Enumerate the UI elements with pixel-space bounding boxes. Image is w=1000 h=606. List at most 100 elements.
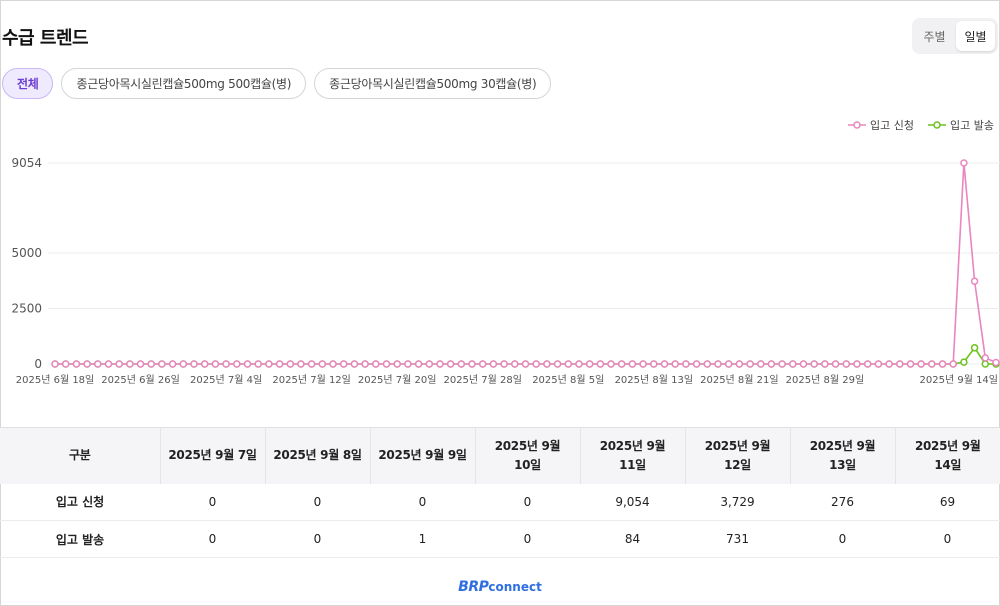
- data-point[interactable]: [885, 360, 893, 368]
- data-point[interactable]: [446, 360, 455, 368]
- data-point[interactable]: [714, 360, 722, 368]
- data-point[interactable]: [307, 360, 316, 368]
- data-point[interactable]: [938, 360, 947, 368]
- data-point[interactable]: [949, 360, 957, 368]
- data-point[interactable]: [329, 360, 337, 368]
- data-point[interactable]: [789, 360, 797, 368]
- data-point[interactable]: [104, 360, 113, 368]
- data-point[interactable]: [799, 360, 808, 368]
- data-point[interactable]: [585, 360, 594, 368]
- data-point[interactable]: [960, 358, 968, 366]
- data-point[interactable]: [179, 360, 188, 368]
- data-point[interactable]: [350, 360, 359, 368]
- data-point[interactable]: [810, 360, 818, 368]
- data-point[interactable]: [906, 360, 915, 368]
- data-point[interactable]: [94, 360, 102, 368]
- data-point[interactable]: [970, 344, 979, 352]
- data-point[interactable]: [361, 360, 369, 368]
- data-point[interactable]: [61, 360, 70, 368]
- data-point[interactable]: [404, 360, 412, 368]
- data-point[interactable]: [628, 360, 637, 368]
- data-point[interactable]: [286, 360, 295, 368]
- data-point[interactable]: [521, 360, 530, 368]
- data-point[interactable]: [72, 360, 81, 368]
- data-point[interactable]: [617, 360, 626, 368]
- data-point[interactable]: [821, 360, 829, 368]
- data-point[interactable]: [275, 360, 284, 368]
- data-point[interactable]: [83, 360, 91, 368]
- daily-toggle-button[interactable]: 일별: [956, 21, 995, 51]
- data-point[interactable]: [511, 360, 519, 368]
- data-point[interactable]: [478, 360, 487, 368]
- data-point[interactable]: [297, 360, 305, 368]
- data-point[interactable]: [190, 360, 198, 368]
- data-point[interactable]: [682, 360, 690, 368]
- data-point[interactable]: [928, 360, 936, 368]
- data-point[interactable]: [318, 360, 327, 368]
- data-point[interactable]: [970, 277, 979, 285]
- data-point[interactable]: [896, 360, 904, 368]
- data-point[interactable]: [960, 159, 968, 167]
- data-point[interactable]: [874, 360, 883, 368]
- data-point[interactable]: [596, 360, 605, 368]
- data-point[interactable]: [532, 360, 540, 368]
- data-point[interactable]: [436, 360, 444, 368]
- filter-chip-product-30[interactable]: 종근당아목시실린캡슐500mg 30캡슐(병): [314, 68, 552, 99]
- data-point[interactable]: [126, 360, 134, 368]
- y-tick-label: 2500: [11, 301, 42, 315]
- data-point[interactable]: [147, 360, 155, 368]
- data-point[interactable]: [992, 358, 1000, 367]
- data-point[interactable]: [51, 360, 59, 368]
- data-point[interactable]: [842, 360, 851, 368]
- data-point[interactable]: [917, 360, 925, 368]
- data-point[interactable]: [211, 360, 220, 368]
- data-point[interactable]: [575, 360, 583, 368]
- data-point[interactable]: [425, 360, 434, 368]
- data-point[interactable]: [393, 360, 401, 368]
- data-point[interactable]: [778, 360, 786, 368]
- data-point[interactable]: [735, 360, 744, 368]
- data-point[interactable]: [831, 360, 840, 368]
- data-point[interactable]: [703, 360, 712, 368]
- data-point[interactable]: [243, 360, 252, 368]
- data-point[interactable]: [500, 360, 508, 368]
- data-point[interactable]: [168, 360, 177, 368]
- data-point[interactable]: [692, 360, 701, 368]
- data-point[interactable]: [671, 360, 679, 368]
- data-point[interactable]: [543, 360, 551, 368]
- data-point[interactable]: [553, 360, 562, 368]
- data-point[interactable]: [265, 360, 273, 368]
- filter-chip-all[interactable]: 전체: [2, 68, 54, 99]
- data-point[interactable]: [339, 360, 348, 368]
- data-point[interactable]: [468, 360, 476, 368]
- legend-item-request[interactable]: 입고 신청: [848, 117, 914, 133]
- data-point[interactable]: [724, 360, 733, 368]
- data-point[interactable]: [222, 360, 230, 368]
- data-point[interactable]: [233, 360, 241, 368]
- data-point[interactable]: [489, 360, 498, 368]
- data-point[interactable]: [981, 360, 990, 368]
- data-point[interactable]: [564, 360, 573, 368]
- data-point[interactable]: [136, 360, 145, 368]
- data-point[interactable]: [382, 360, 391, 368]
- data-point[interactable]: [757, 360, 765, 368]
- data-point[interactable]: [863, 360, 872, 368]
- data-point[interactable]: [981, 354, 990, 362]
- data-point[interactable]: [650, 360, 658, 368]
- data-point[interactable]: [372, 360, 380, 368]
- data-point[interactable]: [200, 360, 209, 368]
- weekly-toggle-button[interactable]: 주별: [915, 21, 954, 51]
- data-point[interactable]: [607, 360, 615, 368]
- data-point[interactable]: [746, 360, 754, 368]
- data-point[interactable]: [158, 360, 166, 368]
- data-point[interactable]: [639, 360, 647, 368]
- data-point[interactable]: [853, 360, 861, 368]
- filter-chip-product-500[interactable]: 종근당아목시실린캡슐500mg 500캡슐(병): [61, 68, 307, 99]
- data-point[interactable]: [414, 360, 423, 368]
- data-point[interactable]: [767, 360, 776, 368]
- legend-item-shipment[interactable]: 입고 발송: [928, 117, 994, 133]
- data-point[interactable]: [115, 360, 123, 368]
- data-point[interactable]: [254, 360, 262, 368]
- data-point[interactable]: [457, 360, 466, 368]
- data-point[interactable]: [660, 360, 669, 368]
